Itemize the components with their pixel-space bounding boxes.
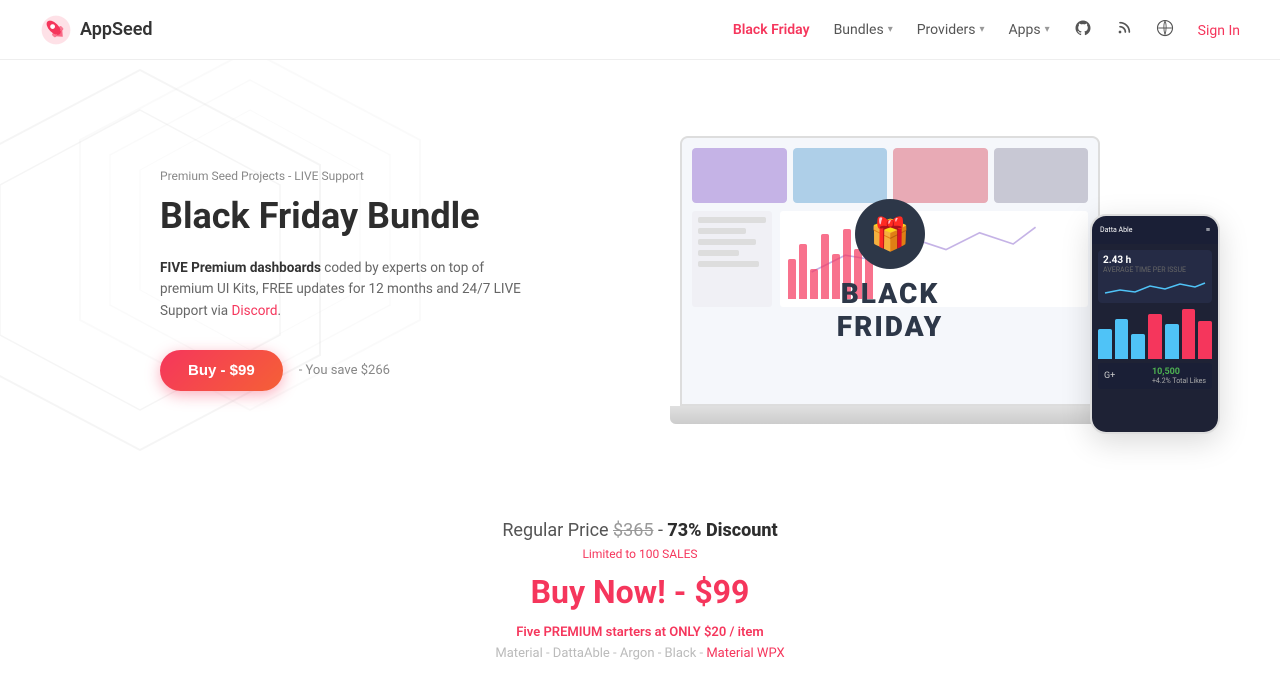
phone-sparkline (1103, 278, 1207, 298)
discount-text: 73% Discount (667, 520, 777, 541)
hero-subtitle: Premium Seed Projects - LIVE Support (160, 169, 540, 183)
phone-app-name: Datta Able (1100, 226, 1132, 234)
regular-price-row: Regular Price $365 - 73% Discount (20, 520, 1260, 541)
phone-bar (1115, 319, 1129, 359)
discord-link[interactable]: Discord (232, 303, 278, 319)
hero-content: Premium Seed Projects - LIVE Support Bla… (160, 169, 540, 392)
laptop-base (670, 406, 1110, 424)
dash-sidebar-mini (692, 211, 772, 307)
rocket-icon (40, 14, 72, 46)
original-price: $365 (613, 520, 653, 541)
gift-icon: 🎁 (855, 199, 925, 269)
laptop-mockup: 🎁 BLACK FRIDAY (680, 136, 1140, 424)
navbar: AppSeed Black Friday Bundles ▾ Providers… (0, 0, 1280, 60)
rss-icon[interactable] (1116, 20, 1132, 40)
signin-link[interactable]: Sign In (1198, 20, 1240, 39)
phone-bar (1131, 334, 1145, 359)
phone-bar (1198, 321, 1212, 359)
stat-card-purple (692, 148, 787, 203)
chevron-down-icon: ▾ (888, 24, 893, 35)
stat-card-pink (893, 148, 988, 203)
buy-button[interactable]: Buy - $99 (160, 350, 283, 391)
material-wpx-link[interactable]: Material WPX (706, 646, 784, 661)
pricing-section: Regular Price $365 - 73% Discount Limite… (0, 480, 1280, 691)
save-text: - You save $266 (299, 363, 390, 378)
chevron-down-icon: ▾ (1045, 24, 1050, 35)
dash-stat-cards (692, 148, 1088, 203)
five-premium-label: Five PREMIUM starters at ONLY $20 / item (20, 625, 1260, 640)
black-friday-badge: 🎁 BLACK FRIDAY (786, 199, 994, 343)
hero-cta: Buy - $99 - You save $266 (160, 350, 540, 391)
phone-bar (1165, 324, 1179, 359)
hero-image-area: 🎁 BLACK FRIDAY Datta Able ≡ 2.43 h AVERA… (680, 136, 1200, 424)
phone-top-bar: Datta Able ≡ (1092, 216, 1218, 244)
stat-card-gray (994, 148, 1089, 203)
black-friday-text: BLACK FRIDAY (786, 277, 994, 343)
brand-logo[interactable]: AppSeed (40, 14, 153, 46)
stat-card-blue (793, 148, 888, 203)
wordpress-icon[interactable] (1156, 19, 1174, 41)
nav-item-blackfriday[interactable]: Black Friday (733, 22, 810, 38)
phone-bar (1098, 329, 1112, 359)
laptop-screen: 🎁 BLACK FRIDAY (680, 136, 1100, 406)
limited-sales-text: Limited to 100 SALES (20, 547, 1260, 561)
phone-bar (1148, 314, 1162, 359)
nav-item-apps[interactable]: Apps ▾ (1009, 22, 1050, 38)
chevron-down-icon: ▾ (980, 24, 985, 35)
hero-title: Black Friday Bundle (160, 195, 540, 238)
gplus-icon: G+ (1104, 371, 1115, 381)
item-list: Material - DattaAble - Argon - Black - M… (20, 646, 1260, 661)
buy-now-price: Buy Now! - $99 (20, 573, 1260, 611)
phone-mockup: Datta Able ≡ 2.43 h AVERAGE TIME PER ISS… (1090, 214, 1220, 434)
github-icon[interactable] (1074, 19, 1092, 41)
phone-bar (1182, 309, 1196, 359)
hero-description: FIVE Premium dashboards coded by experts… (160, 258, 540, 323)
nav-links: Black Friday Bundles ▾ Providers ▾ Apps … (733, 19, 1240, 41)
phone-chart-bars (1098, 309, 1212, 359)
nav-item-bundles[interactable]: Bundles ▾ (834, 22, 893, 38)
hero-section: Premium Seed Projects - LIVE Support Bla… (0, 60, 1280, 480)
phone-metric-time: 2.43 h AVERAGE TIME PER ISSUE (1098, 250, 1212, 303)
phone-menu-icon: ≡ (1206, 226, 1210, 234)
nav-item-providers[interactable]: Providers ▾ (917, 22, 985, 38)
phone-footer: G+ 10,500 +4.2% Total Likes (1098, 363, 1212, 389)
brand-name: AppSeed (80, 19, 153, 40)
phone-content: 2.43 h AVERAGE TIME PER ISSUE (1092, 244, 1218, 432)
